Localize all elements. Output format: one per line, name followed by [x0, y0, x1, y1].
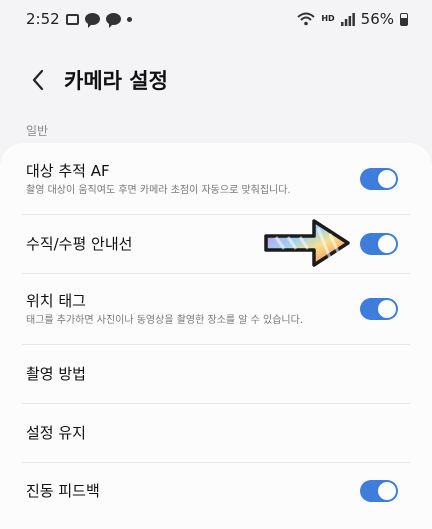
- vibration-feedback-toggle[interactable]: [360, 480, 398, 502]
- setting-text: 위치 태그 태그를 추가하면 사진이나 동영상을 촬영한 장소를 알 수 있습니…: [26, 291, 360, 328]
- battery-icon: [400, 12, 408, 26]
- more-notifications-icon: [126, 16, 132, 22]
- status-bar: 2:52 HD 56%: [0, 0, 432, 38]
- setting-row-location-tag[interactable]: 위치 태그 태그를 추가하면 사진이나 동영상을 촬영한 장소를 알 수 있습니…: [0, 274, 432, 344]
- setting-row-tracking-af[interactable]: 대상 추적 AF 촬영 대상이 움직여도 후면 카메라 초점이 자동으로 맞춰집…: [0, 143, 432, 215]
- chevron-left-icon: [32, 69, 44, 91]
- battery-percent: 56%: [360, 10, 394, 28]
- setting-row-settings-to-keep[interactable]: 설정 유지: [0, 404, 432, 462]
- rainbow-arrow-icon: [264, 219, 350, 267]
- message-notification-icon: [105, 13, 121, 28]
- setting-title: 대상 추적 AF: [26, 161, 110, 180]
- hd-voice-indicator: HD: [321, 14, 335, 23]
- setting-title: 설정 유지: [26, 424, 86, 442]
- setting-description: 촬영 대상이 움직여도 후면 카메라 초점이 자동으로 맞춰집니다.: [26, 184, 291, 196]
- status-time: 2:52: [26, 10, 60, 28]
- setting-title: 진동 피드백: [26, 482, 100, 500]
- setting-row-shooting-methods[interactable]: 촬영 방법: [0, 345, 432, 403]
- tracking-af-toggle[interactable]: [360, 168, 398, 190]
- talk-notification-icon: [84, 13, 100, 28]
- setting-text: 진동 피드백: [26, 481, 360, 501]
- setting-text: 설정 유지: [26, 423, 406, 443]
- gallery-notification-icon: [65, 13, 79, 25]
- grid-lines-toggle[interactable]: [360, 233, 398, 255]
- wifi-icon: [297, 12, 315, 26]
- back-button[interactable]: [16, 60, 60, 100]
- setting-text: 촬영 방법: [26, 364, 406, 384]
- status-right: HD 56%: [297, 10, 408, 28]
- section-label: 일반: [26, 124, 49, 138]
- app-header: 카메라 설정: [0, 60, 432, 100]
- setting-description: 태그를 추가하면 사진이나 동영상을 촬영한 장소를 알 수 있습니다.: [26, 314, 304, 326]
- setting-row-vibration-feedback[interactable]: 진동 피드백: [0, 463, 432, 519]
- status-left: 2:52: [26, 10, 132, 28]
- setting-row-grid-lines[interactable]: 수직/수평 안내선: [0, 215, 432, 273]
- signal-icon: [340, 12, 355, 26]
- setting-title: 촬영 방법: [26, 365, 86, 383]
- setting-text: 대상 추적 AF 촬영 대상이 움직여도 후면 카메라 초점이 자동으로 맞춰집…: [26, 161, 360, 198]
- page-title: 카메라 설정: [64, 69, 168, 93]
- location-tag-toggle[interactable]: [360, 298, 398, 320]
- setting-title: 위치 태그: [26, 291, 86, 310]
